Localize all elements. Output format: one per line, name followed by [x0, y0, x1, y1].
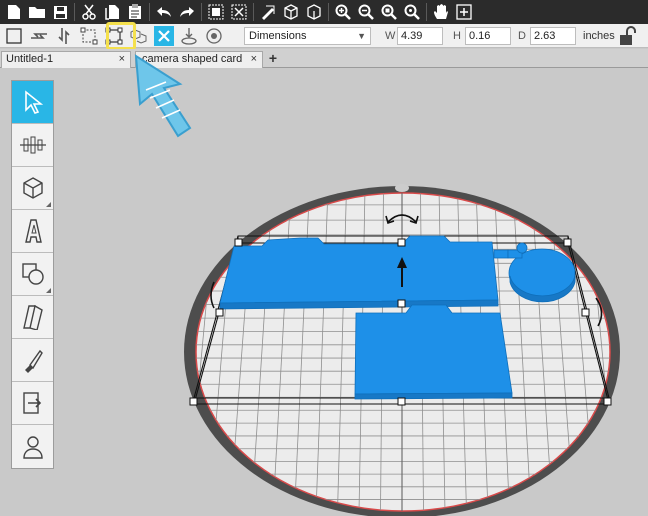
units-label: inches [583, 30, 615, 42]
duplicate-3d-icon[interactable] [129, 26, 149, 46]
width-field[interactable]: 4.39 [397, 27, 443, 45]
align-tool[interactable] [12, 124, 53, 167]
design-canvas[interactable] [0, 68, 648, 516]
depth-label: D [518, 30, 526, 42]
paste-icon[interactable] [125, 2, 145, 22]
new-document-icon[interactable] [4, 2, 24, 22]
pointer-arrow-icon [134, 54, 192, 138]
drop-to-mat-icon[interactable] [179, 26, 199, 46]
ungroup-icon[interactable] [229, 2, 249, 22]
save-icon[interactable] [50, 2, 70, 22]
flip-vertical-icon[interactable] [54, 26, 74, 46]
tab-untitled-1[interactable]: Untitled-1 × [1, 51, 131, 68]
text-a-icon [24, 219, 42, 243]
zoom-fit-icon[interactable] [379, 2, 399, 22]
figure-tool[interactable] [12, 425, 53, 468]
add-tab-button[interactable]: + [266, 51, 280, 66]
group-icon[interactable] [206, 2, 226, 22]
fold-tool[interactable] [12, 296, 53, 339]
flip-horizontal-icon[interactable] [29, 26, 49, 46]
pan-hand-icon[interactable] [431, 2, 451, 22]
align-distribute-icon [19, 136, 46, 154]
height-label: H [453, 30, 461, 42]
width-label: W [385, 30, 396, 42]
cursor-arrow-icon [24, 90, 43, 114]
rectangle-select-icon[interactable] [4, 26, 24, 46]
close-icon[interactable]: × [251, 52, 257, 67]
shape-union-tool[interactable] [12, 253, 53, 296]
craft-knife-icon [24, 349, 43, 373]
export-tool[interactable] [12, 382, 53, 425]
cube-outline-icon[interactable] [281, 2, 301, 22]
undo-icon[interactable] [154, 2, 174, 22]
open-folder-icon[interactable] [27, 2, 47, 22]
transform-box-icon[interactable] [104, 26, 124, 46]
shape-merge-icon [21, 263, 44, 285]
add-page-icon[interactable] [454, 2, 474, 22]
text-3d-tool[interactable] [12, 210, 53, 253]
center-target-icon[interactable] [204, 26, 224, 46]
folded-panel-icon [22, 304, 43, 330]
dimensions-dropdown-value: Dimensions [249, 30, 307, 42]
copy-icon[interactable] [102, 2, 122, 22]
side-tool-panel [11, 80, 54, 469]
chevron-down-icon: ▼ [357, 31, 366, 41]
zoom-out-icon[interactable] [356, 2, 376, 22]
zoom-selection-icon[interactable] [402, 2, 422, 22]
tab-label: Untitled-1 [6, 53, 54, 65]
export-arrow-icon [22, 392, 41, 414]
close-x-icon[interactable] [154, 25, 174, 46]
cube-view-icon[interactable] [304, 2, 324, 22]
cut-icon[interactable] [79, 2, 99, 22]
mat-notch [395, 184, 409, 192]
close-icon[interactable]: × [119, 52, 125, 67]
height-field[interactable]: 0.16 [465, 27, 511, 45]
dimensions-dropdown[interactable]: Dimensions ▼ [244, 27, 371, 45]
redo-icon[interactable] [177, 2, 197, 22]
zoom-in-icon[interactable] [333, 2, 353, 22]
slice-icon[interactable] [258, 2, 278, 22]
bust-figure-icon [22, 435, 43, 459]
select-tool[interactable] [12, 81, 53, 124]
cube-icon [22, 177, 43, 199]
knife-tool[interactable] [12, 339, 53, 382]
depth-field[interactable]: 2.63 [530, 27, 576, 45]
unlock-icon[interactable] [618, 26, 636, 49]
document-tab-bar: Untitled-1 × camera shaped card × + [0, 49, 648, 68]
bounding-box-icon[interactable] [79, 26, 99, 46]
main-toolbar [0, 0, 648, 24]
shapes-3d-tool[interactable] [12, 167, 53, 210]
